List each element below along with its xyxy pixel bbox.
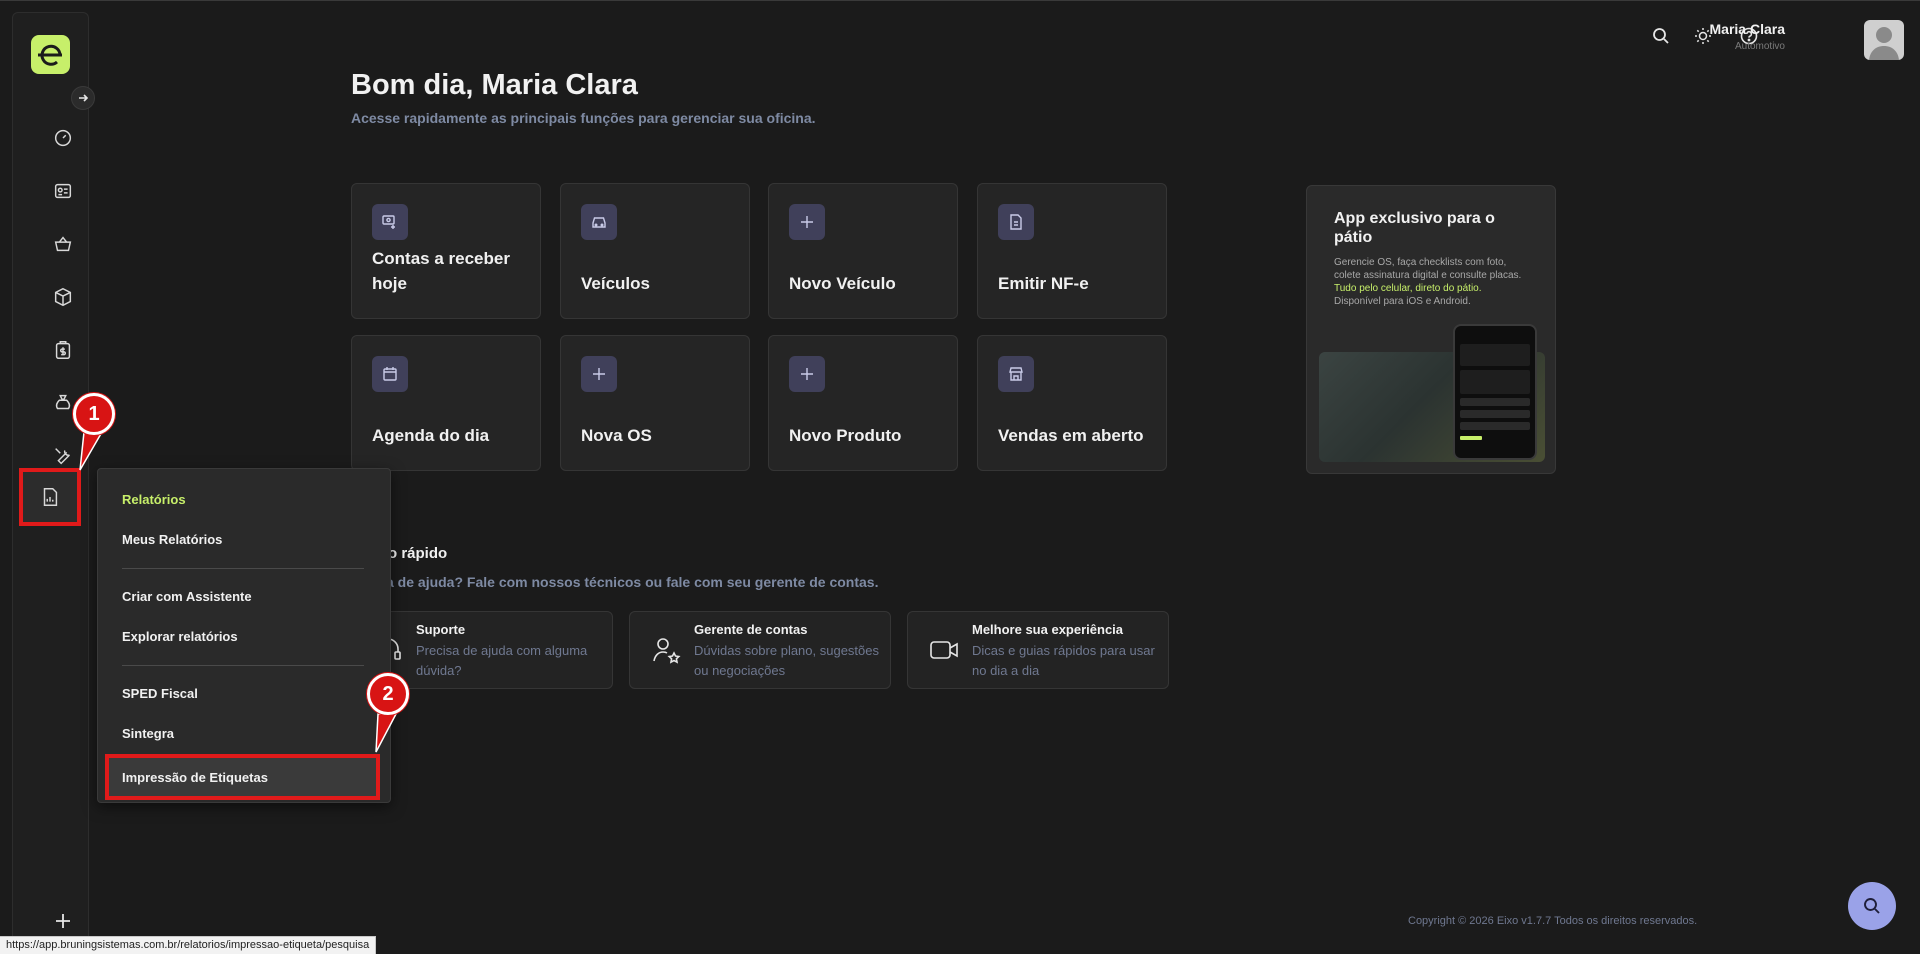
plus-icon bbox=[56, 914, 70, 928]
invoice-icon bbox=[998, 204, 1034, 240]
sidebar-item-products[interactable] bbox=[39, 273, 87, 321]
reports-menu: Relatórios Meus Relatórios Criar com Ass… bbox=[97, 468, 391, 803]
page-title: Bom dia, Maria Clara bbox=[351, 69, 638, 101]
sidebar-item-sales[interactable] bbox=[39, 220, 87, 268]
card-label: Novo Veículo bbox=[789, 274, 896, 293]
card-agenda-do-dia[interactable]: Agenda do dia bbox=[351, 335, 541, 471]
contact-title: Melhore sua experiência bbox=[972, 622, 1124, 637]
promo-title: App exclusivo para o pátio bbox=[1334, 210, 1495, 246]
user-star-icon bbox=[653, 638, 681, 664]
menu-item-sped-fiscal[interactable]: SPED Fiscal bbox=[122, 686, 198, 701]
menu-item-label: Impressão de Etiquetas bbox=[122, 770, 268, 785]
plus-icon bbox=[581, 356, 617, 392]
box-icon bbox=[54, 287, 72, 307]
card-label: Veículos bbox=[581, 274, 650, 293]
floating-search-button[interactable] bbox=[1848, 882, 1896, 930]
menu-header-relatorios[interactable]: Relatórios bbox=[122, 492, 186, 507]
card-vendas-em-aberto[interactable]: Vendas em aberto bbox=[977, 335, 1167, 471]
sidebar-expand-button[interactable] bbox=[71, 86, 95, 110]
sidebar-item-finance[interactable] bbox=[39, 326, 87, 374]
basket-icon bbox=[54, 236, 72, 252]
card-contas-a-receber[interactable]: Contas a receber hoje bbox=[351, 183, 541, 319]
card-veiculos[interactable]: Veículos bbox=[560, 183, 750, 319]
app-logo[interactable] bbox=[31, 35, 70, 74]
money-receive-icon bbox=[372, 204, 408, 240]
card-nova-os[interactable]: Nova OS bbox=[560, 335, 750, 471]
menu-divider bbox=[122, 568, 364, 569]
card-label: Contas a receber hoje bbox=[372, 249, 510, 293]
section-title: o rápido bbox=[388, 545, 448, 562]
id-card-icon bbox=[54, 183, 72, 199]
top-border bbox=[0, 0, 1920, 1]
gauge-icon bbox=[54, 129, 72, 147]
sidebar bbox=[12, 12, 89, 942]
card-label: Agenda do dia bbox=[372, 426, 490, 445]
browser-status-url: https://app.bruningsistemas.com.br/relat… bbox=[0, 936, 377, 954]
wrench-icon bbox=[55, 448, 70, 465]
contact-card-experiencia[interactable]: Melhore sua experiência Dicas e guias rá… bbox=[907, 611, 1169, 689]
search-icon bbox=[1653, 28, 1669, 44]
card-novo-produto[interactable]: Novo Produto bbox=[768, 335, 958, 471]
promo-highlight: Tudo pelo celular, direto do pátio. bbox=[1334, 283, 1482, 294]
plus-icon bbox=[789, 356, 825, 392]
plus-icon bbox=[789, 204, 825, 240]
store-icon bbox=[998, 356, 1034, 392]
card-label: Novo Produto bbox=[789, 426, 902, 445]
footer-copyright: Copyright © 2026 Eixo v1.7.7 Todos os di… bbox=[1408, 915, 1698, 927]
menu-item-impressao-de-etiquetas[interactable]: Impressão de Etiquetas bbox=[105, 754, 380, 800]
contact-title: Suporte bbox=[416, 622, 466, 637]
contact-desc: Dúvidas sobre plano, sugestões ou negoci… bbox=[694, 643, 880, 678]
contact-card-gerente[interactable]: Gerente de contas Dúvidas sobre plano, s… bbox=[629, 611, 891, 689]
report-icon bbox=[43, 488, 58, 506]
search-button[interactable] bbox=[1649, 24, 1673, 48]
promo-text: Gerencie OS, faça checklists com foto, c… bbox=[1334, 257, 1522, 307]
section-subtitle: a de ajuda? Fale com nossos técnicos ou … bbox=[386, 574, 879, 590]
money-bag-icon bbox=[55, 394, 71, 410]
user-role: Automotivo bbox=[1734, 41, 1785, 52]
callout-badge-1: 1 bbox=[73, 393, 115, 435]
contact-desc: Dicas e guias rápidos para usar no dia a… bbox=[972, 643, 1155, 678]
menu-item-criar-com-assistente[interactable]: Criar com Assistente bbox=[122, 589, 252, 604]
menu-item-explorar-relatorios[interactable]: Explorar relatórios bbox=[122, 629, 238, 644]
user-name[interactable]: Maria Clara bbox=[1710, 21, 1785, 37]
contact-title: Gerente de contas bbox=[694, 622, 808, 637]
sidebar-item-dashboard[interactable] bbox=[39, 114, 87, 162]
card-label: Emitir NF-e bbox=[998, 274, 1089, 293]
card-label: Vendas em aberto bbox=[998, 426, 1144, 445]
card-novo-veiculo[interactable]: Novo Veículo bbox=[768, 183, 958, 319]
user-avatar-icon bbox=[1869, 27, 1899, 60]
arrow-right-icon bbox=[79, 94, 89, 102]
avatar[interactable] bbox=[1864, 20, 1904, 60]
page-subtitle: Acesse rapidamente as principais funções… bbox=[351, 110, 816, 126]
logo-e-icon bbox=[37, 44, 62, 66]
phone-mockup bbox=[1453, 324, 1537, 460]
card-emitir-nfe[interactable]: Emitir NF-e bbox=[977, 183, 1167, 319]
app-promo-card[interactable]: App exclusivo para o pátio Gerencie OS, … bbox=[1306, 185, 1556, 474]
callout-badge-2: 2 bbox=[367, 673, 409, 715]
search-icon bbox=[1864, 898, 1880, 914]
sidebar-item-clients[interactable] bbox=[39, 167, 87, 215]
menu-item-sintegra[interactable]: Sintegra bbox=[122, 726, 174, 741]
card-label: Nova OS bbox=[581, 426, 652, 445]
car-icon bbox=[581, 204, 617, 240]
menu-item-meus-relatorios[interactable]: Meus Relatórios bbox=[122, 532, 222, 547]
contact-desc: Precisa de ajuda com alguma dúvida? bbox=[416, 643, 588, 678]
menu-divider bbox=[122, 665, 364, 666]
sidebar-item-reports[interactable] bbox=[19, 468, 81, 526]
video-camera-icon bbox=[930, 641, 958, 659]
clipboard-dollar-icon bbox=[55, 341, 71, 359]
calendar-icon bbox=[372, 356, 408, 392]
